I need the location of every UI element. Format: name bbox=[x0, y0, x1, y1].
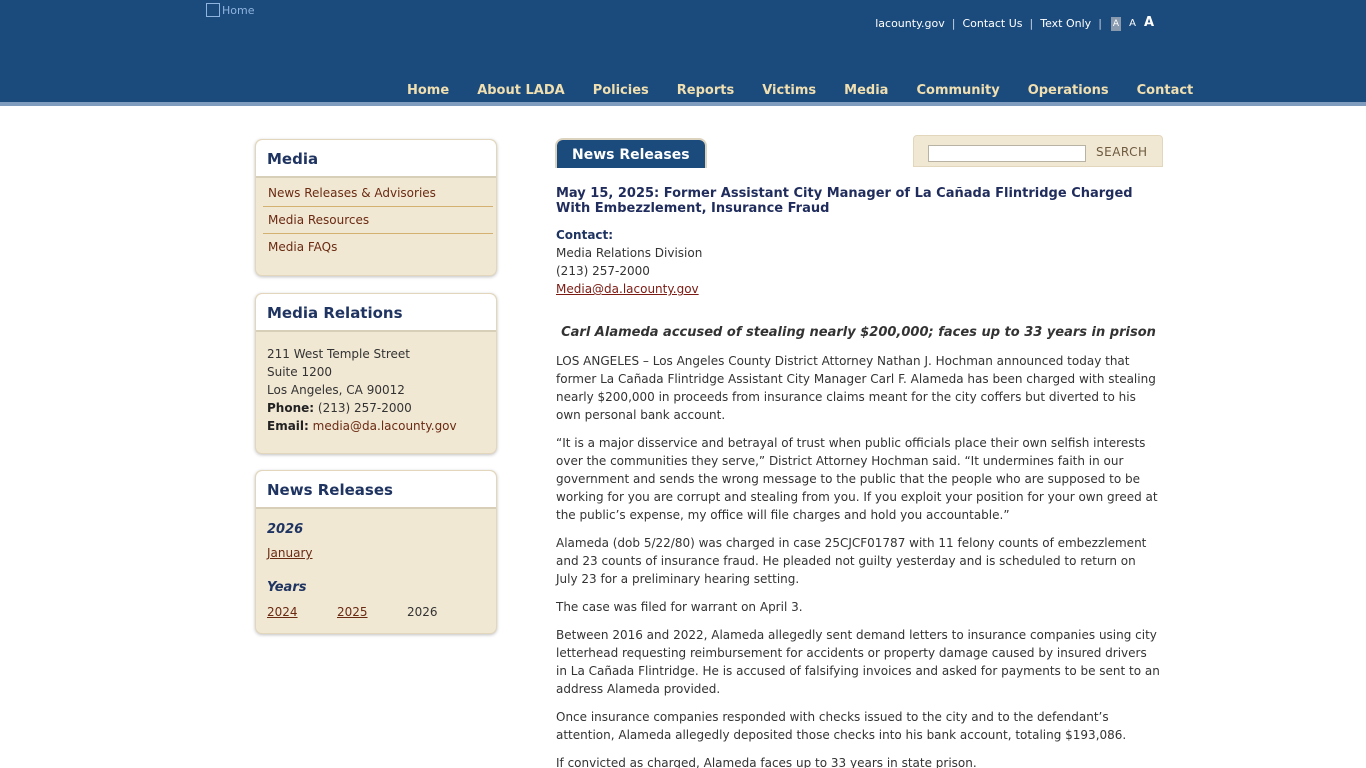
logo-alt-text: Home bbox=[222, 3, 255, 17]
nav-media[interactable]: Media bbox=[830, 83, 902, 98]
media-menu-title: Media bbox=[256, 140, 496, 178]
sidebar-item-media-faqs[interactable]: Media FAQs bbox=[263, 234, 493, 260]
phone-line: Phone: (213) 257-2000 bbox=[267, 399, 485, 417]
article-paragraph: LOS ANGELES – Los Angeles County Distric… bbox=[556, 354, 1156, 422]
nav-home[interactable]: Home bbox=[393, 83, 463, 98]
contact-phone: (213) 257-2000 bbox=[556, 264, 650, 278]
current-year-heading: 2026 bbox=[267, 522, 304, 537]
article-paragraph: Between 2016 and 2022, Alameda allegedly… bbox=[556, 628, 1160, 696]
article-paragraph: Alameda (dob 5/22/80) was charged in cas… bbox=[556, 536, 1147, 586]
years-heading: Years bbox=[267, 580, 307, 595]
search-box: SEARCH bbox=[913, 135, 1163, 167]
search-button[interactable]: SEARCH bbox=[1096, 145, 1148, 159]
media-relations-address: 211 West Temple Street Suite 1200 Los An… bbox=[256, 332, 496, 448]
contact-division: Media Relations Division bbox=[556, 246, 703, 260]
news-releases-title: News Releases bbox=[256, 471, 496, 509]
article-subtitle: Carl Alameda accused of stealing nearly … bbox=[561, 325, 1156, 340]
media-relations-box: Media Relations 211 West Temple Street S… bbox=[255, 293, 497, 454]
text-only-link[interactable]: Text Only bbox=[1040, 17, 1091, 30]
contact-label: Contact: bbox=[556, 228, 614, 242]
text-size-controls: A A A bbox=[1110, 15, 1154, 31]
article-paragraph: “It is a major disservice and betrayal o… bbox=[556, 436, 1158, 522]
text-size-small-button[interactable]: A bbox=[1110, 17, 1122, 31]
search-input[interactable] bbox=[928, 145, 1086, 162]
phone-number: (213) 257-2000 bbox=[317, 401, 412, 415]
separator: | bbox=[1098, 16, 1102, 30]
media-menu-box: Media News Releases & Advisories Media R… bbox=[255, 139, 497, 276]
utility-nav: lacounty.gov | Contact Us | Text Only | … bbox=[875, 15, 1154, 31]
nav-community[interactable]: Community bbox=[902, 83, 1013, 98]
year-link-2025[interactable]: 2025 bbox=[337, 605, 407, 619]
news-releases-box: News Releases 2026 January Years 2024 20… bbox=[255, 470, 497, 634]
year-current-2026: 2026 bbox=[407, 605, 438, 619]
separator: | bbox=[1029, 16, 1034, 30]
nav-policies[interactable]: Policies bbox=[579, 83, 663, 98]
email-line: Email: media@da.lacounty.gov bbox=[267, 417, 485, 435]
email-label: Email: bbox=[267, 419, 309, 433]
lacounty-link[interactable]: lacounty.gov bbox=[875, 17, 945, 30]
nav-reports[interactable]: Reports bbox=[663, 83, 748, 98]
address-suite: Suite 1200 bbox=[267, 365, 332, 379]
news-releases-tab: News Releases bbox=[555, 138, 707, 168]
email-link[interactable]: media@da.lacounty.gov bbox=[313, 419, 457, 433]
article-paragraph: The case was filed for warrant on April … bbox=[556, 600, 803, 614]
years-list: 2024 2025 2026 bbox=[267, 605, 485, 619]
broken-image-icon bbox=[206, 3, 220, 17]
nav-victims[interactable]: Victims bbox=[748, 83, 830, 98]
contact-us-link[interactable]: Contact Us bbox=[962, 17, 1022, 30]
month-link-january[interactable]: January bbox=[267, 546, 485, 560]
address-street: 211 West Temple Street bbox=[267, 347, 411, 361]
site-header: Home lacounty.gov | Contact Us | Text On… bbox=[0, 0, 1366, 106]
contact-email-link[interactable]: Media@da.lacounty.gov bbox=[556, 282, 699, 296]
article: May 15, 2025: Former Assistant City Mana… bbox=[556, 186, 1161, 768]
home-logo-link[interactable]: Home bbox=[206, 3, 254, 17]
text-size-medium-button[interactable]: A bbox=[1129, 18, 1136, 29]
sidebar-item-media-resources[interactable]: Media Resources bbox=[263, 207, 493, 234]
separator: | bbox=[951, 16, 956, 30]
article-title: May 15, 2025: Former Assistant City Mana… bbox=[556, 186, 1133, 216]
article-paragraph: Once insurance companies responded with … bbox=[556, 710, 1127, 742]
article-paragraph: If convicted as charged, Alameda faces u… bbox=[556, 756, 977, 768]
nav-operations[interactable]: Operations bbox=[1014, 83, 1123, 98]
main-nav: Home About LADA Policies Reports Victims… bbox=[393, 83, 1207, 98]
news-releases-archive: 2026 January Years 2024 2025 2026 bbox=[256, 509, 496, 632]
media-relations-title: Media Relations bbox=[256, 294, 496, 332]
nav-contact[interactable]: Contact bbox=[1123, 83, 1208, 98]
sidebar-item-news-releases[interactable]: News Releases & Advisories bbox=[263, 180, 493, 207]
phone-label: Phone: bbox=[267, 401, 315, 415]
text-size-large-button[interactable]: A bbox=[1144, 15, 1154, 30]
nav-about-lada[interactable]: About LADA bbox=[463, 83, 579, 98]
media-menu-list: News Releases & Advisories Media Resourc… bbox=[256, 178, 496, 260]
year-link-2024[interactable]: 2024 bbox=[267, 605, 337, 619]
address-city: Los Angeles, CA 90012 bbox=[267, 383, 405, 397]
